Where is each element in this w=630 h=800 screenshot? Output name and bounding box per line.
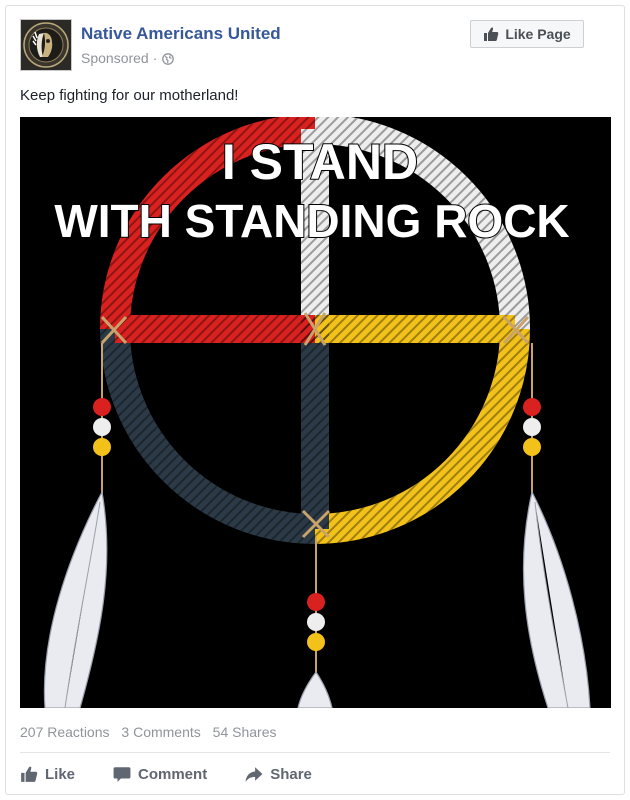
like-label: Like — [45, 765, 76, 783]
sponsored-label[interactable]: Sponsored — [81, 50, 149, 66]
shares-count[interactable]: 54 Shares — [213, 724, 277, 740]
post-meta: Sponsored · — [81, 50, 175, 66]
reactions-count[interactable]: 207 Reactions — [20, 724, 110, 740]
thumbs-up-icon — [21, 766, 38, 782]
like-button[interactable]: Like — [20, 765, 75, 783]
divider — [20, 752, 610, 753]
share-arrow-icon — [245, 767, 263, 782]
thumbs-up-icon — [484, 27, 499, 41]
like-page-label: Like Page — [505, 26, 571, 42]
comments-count[interactable]: 3 Comments — [121, 724, 200, 740]
post-image[interactable]: I STAND WITH STANDING ROCK — [20, 117, 611, 708]
comment-label: Comment — [138, 765, 208, 783]
image-headline-line1: I STAND — [222, 134, 418, 190]
meta-separator: · — [152, 50, 158, 66]
post-stats: 207 Reactions 3 Comments 54 Shares — [20, 724, 284, 740]
like-page-button[interactable]: Like Page — [470, 20, 584, 48]
page-avatar[interactable] — [20, 19, 72, 71]
page-name-link[interactable]: Native Americans United — [81, 24, 281, 44]
sponsored-post-card: Native Americans United Sponsored · Like… — [5, 5, 625, 795]
share-label: Share — [270, 765, 312, 783]
post-actions: Like Comment Share — [20, 758, 350, 790]
image-headline-line2: WITH STANDING ROCK — [54, 195, 569, 247]
comment-bubble-icon — [113, 767, 131, 782]
post-header: Native Americans United Sponsored · Like… — [20, 19, 610, 71]
comment-button[interactable]: Comment — [113, 765, 207, 783]
globe-icon[interactable] — [162, 52, 175, 65]
share-button[interactable]: Share — [245, 765, 312, 783]
post-message: Keep fighting for our motherland! — [20, 87, 239, 104]
